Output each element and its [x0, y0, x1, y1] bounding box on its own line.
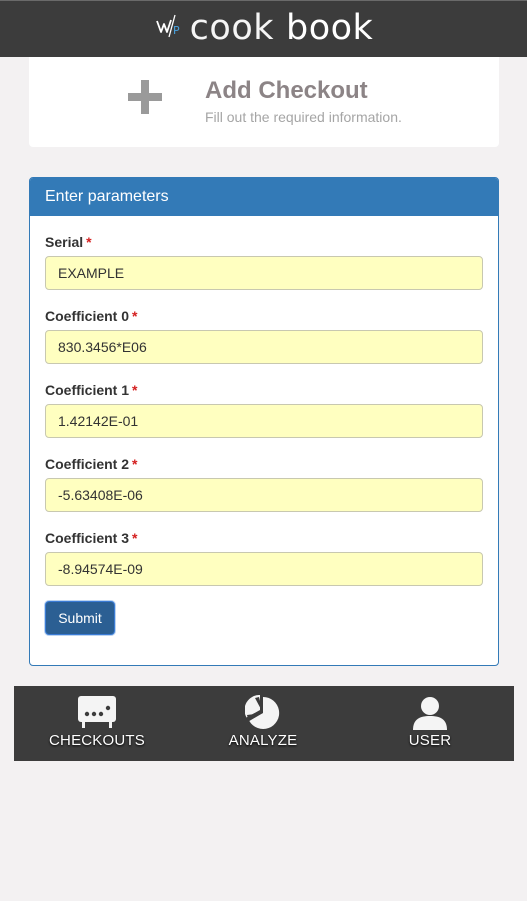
- required-mark: *: [132, 456, 138, 472]
- coefficient-1-label: Coefficient 1 *: [45, 382, 137, 398]
- nav-label-checkouts: CHECKOUTS: [49, 732, 145, 749]
- add-checkout-card[interactable]: Add Checkout Fill out the required infor…: [29, 57, 499, 147]
- plus-icon: [128, 80, 162, 114]
- serial-input[interactable]: [45, 256, 483, 290]
- required-mark: *: [132, 382, 138, 398]
- coefficient-2-label: Coefficient 2 *: [45, 456, 137, 472]
- coefficient-3-input[interactable]: [45, 552, 483, 586]
- bottom-nav: CHECKOUTS ANALYZE USER: [14, 686, 514, 761]
- coefficient-0-label: Coefficient 0 *: [45, 308, 137, 324]
- serial-label-text: Serial: [45, 234, 84, 250]
- nav-item-checkouts[interactable]: CHECKOUTS: [14, 686, 180, 761]
- coefficient-3-label-text: Coefficient 3: [45, 530, 130, 546]
- brand[interactable]: P cook book: [0, 7, 527, 49]
- brand-word-cook: cook: [189, 8, 275, 48]
- coefficient-1-input[interactable]: [45, 404, 483, 438]
- nav-label-analyze: ANALYZE: [228, 732, 298, 749]
- required-mark: *: [132, 308, 138, 324]
- add-checkout-subtitle: Fill out the required information.: [205, 109, 402, 125]
- pie-chart-icon: [245, 695, 280, 729]
- nav-item-user[interactable]: USER: [346, 686, 514, 761]
- brand-word-book: book: [286, 8, 374, 48]
- parameters-panel: Enter parameters Serial* Coefficient 0* …: [29, 177, 499, 666]
- svg-text:P: P: [173, 24, 180, 37]
- panel-heading: Enter parameters: [30, 178, 498, 216]
- nav-label-user: USER: [408, 732, 452, 749]
- coefficient-2-input[interactable]: [45, 478, 483, 512]
- required-mark: *: [86, 234, 92, 250]
- submit-button[interactable]: Submit: [45, 601, 115, 635]
- top-bar: P cook book: [0, 0, 527, 57]
- wp-logo-icon: P: [155, 14, 180, 38]
- coefficient-2-label-text: Coefficient 2: [45, 456, 130, 472]
- device-icon: [78, 696, 116, 728]
- required-mark: *: [132, 530, 138, 546]
- serial-label: Serial *: [45, 234, 92, 250]
- user-icon: [413, 697, 447, 730]
- coefficient-3-label: Coefficient 3 *: [45, 530, 137, 546]
- coefficient-0-label-text: Coefficient 0: [45, 308, 130, 324]
- coefficient-0-input[interactable]: [45, 330, 483, 364]
- coefficient-1-label-text: Coefficient 1: [45, 382, 130, 398]
- add-checkout-title: Add Checkout: [205, 77, 368, 104]
- nav-item-analyze[interactable]: ANALYZE: [180, 686, 346, 761]
